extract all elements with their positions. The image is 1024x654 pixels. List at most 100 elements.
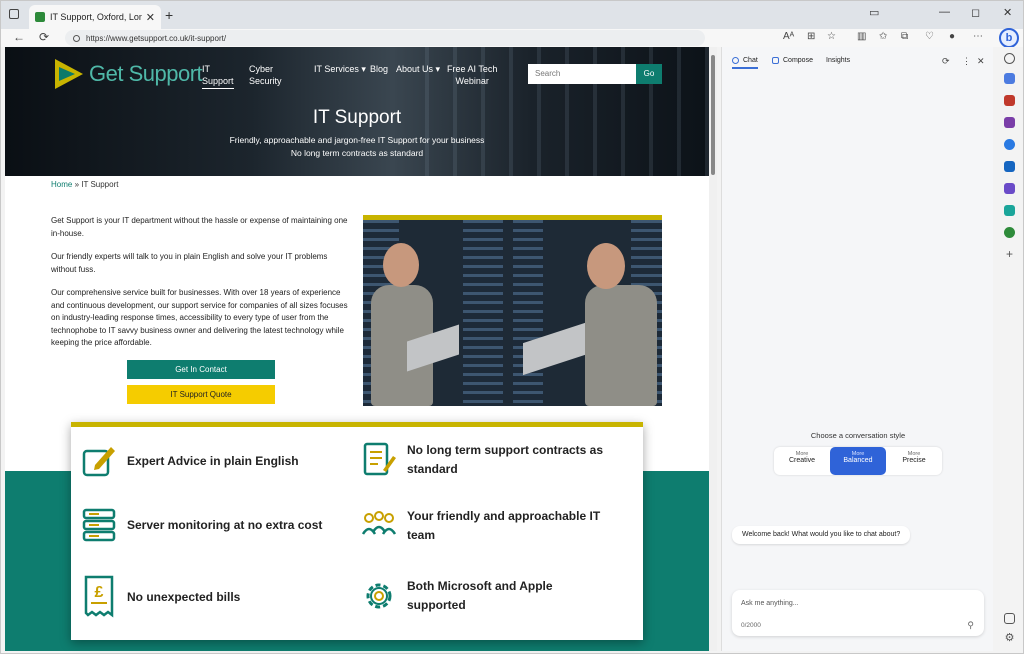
browser-essentials-icon[interactable]: ♡ (925, 31, 934, 42)
feature-item: No long term support contracts as standa… (361, 441, 611, 479)
chat-input-box[interactable]: Ask me anything... 0/2000 ⚲ (732, 590, 984, 636)
maximize-button[interactable]: ◻ (971, 6, 980, 19)
style-name: Precise (902, 457, 926, 464)
close-panel-icon[interactable]: ✕ (977, 56, 985, 67)
refresh-icon[interactable]: ⟳ (942, 56, 950, 67)
back-button[interactable]: ← (13, 30, 25, 44)
nav-blog[interactable]: Blog (370, 63, 388, 75)
gear-icon (366, 583, 392, 609)
hero-subtitle-2: No long term contracts as standard (290, 148, 424, 158)
window-menu-icon[interactable] (9, 9, 19, 19)
sidebar-settings-gear-icon[interactable]: ⚙ (1004, 633, 1015, 644)
url-text: https://www.getsupport.co.uk/it-support/ (86, 33, 227, 43)
page-scrollbar[interactable] (709, 47, 717, 651)
tab-label: Chat (743, 57, 758, 64)
new-tab-button[interactable]: + (165, 7, 173, 23)
chat-input-placeholder: Ask me anything... (741, 600, 799, 607)
style-precise-button[interactable]: More Precise (886, 447, 942, 475)
read-aloud-icon[interactable]: Aᴬ (783, 31, 794, 42)
nav-label: IT (202, 64, 210, 74)
nav-it-services[interactable]: IT Services ▾ (314, 63, 366, 75)
feature-item: Your friendly and approachable IT team (361, 507, 611, 545)
refresh-button[interactable]: ⟳ (39, 30, 49, 44)
designer-icon[interactable] (1004, 183, 1015, 194)
tools-icon[interactable] (1004, 95, 1015, 106)
add-sidebar-app-icon[interactable]: + (1004, 248, 1015, 260)
tree-icon[interactable] (1004, 227, 1015, 238)
nav-label: Cyber (249, 64, 274, 74)
favorite-star-icon[interactable]: ☆ (827, 31, 836, 42)
intro-paragraph: Get Support is your IT department withou… (51, 216, 348, 238)
feature-text: Your friendly and approachable IT team (407, 509, 601, 542)
office-icon[interactable] (1004, 139, 1015, 150)
minimize-button[interactable]: — (939, 6, 950, 18)
nav-free-ai-webinar[interactable]: Free AI Tech Webinar (447, 63, 497, 87)
person-right-head (587, 243, 625, 289)
site-search-input[interactable]: Search (528, 64, 636, 84)
lock-icon (73, 34, 80, 42)
feature-item: Expert Advice in plain English (81, 443, 299, 479)
hero-subtitle: Friendly, approachable and jargon-free I… (229, 135, 485, 145)
breadcrumb-home-link[interactable]: Home (51, 180, 72, 189)
page-title: IT Support (312, 107, 402, 128)
tab-compose[interactable]: Compose (772, 57, 813, 64)
site-logo[interactable]: Get Support (55, 59, 203, 89)
outlook-icon[interactable] (1004, 161, 1015, 172)
experts-paragraph: Our friendly experts will talk to you in… (51, 252, 328, 274)
feature-item: Server monitoring at no extra cost (81, 507, 341, 543)
chat-icon (732, 57, 739, 64)
drop-icon[interactable] (1004, 205, 1015, 216)
tab-label: Compose (783, 57, 813, 64)
nav-label: Security (249, 76, 282, 86)
tab-bar: IT Support, Oxford, London & R... ✕ + ▭ … (1, 1, 1023, 29)
feature-text: Both Microsoft and Apple supported (407, 579, 553, 612)
tab-chat[interactable]: Chat (732, 57, 758, 69)
scrollbar-thumb[interactable] (711, 55, 715, 175)
sidebar-layout-icon[interactable] (1004, 613, 1015, 624)
pin-icon[interactable]: ⚲ (967, 620, 974, 631)
collections-icon[interactable]: ⧉ (901, 31, 908, 42)
breadcrumb: Home » IT Support (51, 180, 118, 189)
feature-text: Expert Advice in plain English (127, 453, 299, 468)
nav-cyber-security[interactable]: Cyber Security (249, 63, 282, 87)
nav-about-us[interactable]: About Us ▾ (396, 63, 440, 75)
tab-close-icon[interactable]: ✕ (146, 11, 155, 24)
favorites-icon[interactable]: ✩ (879, 31, 887, 42)
more-options-icon[interactable]: ⋮ (962, 56, 971, 67)
split-screen-icon[interactable]: ▥ (857, 31, 866, 42)
pencil-edit-icon (82, 447, 115, 477)
feature-text: Server monitoring at no extra cost (127, 517, 323, 532)
style-creative-button[interactable]: More Creative (774, 447, 830, 475)
rack-image (463, 220, 503, 406)
url-field[interactable]: https://www.getsupport.co.uk/it-support/ (65, 30, 705, 46)
search-icon[interactable] (1004, 53, 1015, 64)
tab-insights[interactable]: Insights (826, 57, 850, 64)
profile-avatar-icon[interactable]: ● (949, 31, 955, 42)
settings-more-icon[interactable]: ⋯ (973, 31, 983, 42)
browser-window: IT Support, Oxford, London & R... ✕ + ▭ … (0, 0, 1024, 654)
extensions-icon[interactable]: ⊞ (807, 31, 815, 42)
tab-actions-icon[interactable]: ▭ (869, 6, 879, 19)
nav-it-support[interactable]: IT Support (202, 63, 234, 89)
copilot-bing-icon[interactable]: b (999, 28, 1019, 48)
get-in-contact-button[interactable]: Get In Contact (127, 360, 275, 379)
tab-label: Insights (826, 57, 851, 64)
svg-text:£: £ (95, 584, 104, 601)
shopping-tag-icon[interactable] (1004, 73, 1015, 84)
edge-sidebar: + ⚙ (995, 47, 1023, 651)
logo-arrow-icon (55, 59, 83, 89)
hero-banner: Get Support IT Support Cyber Security IT… (5, 47, 709, 176)
games-icon[interactable] (1004, 117, 1015, 128)
search-go-button[interactable]: Go (636, 64, 662, 84)
it-support-quote-button[interactable]: IT Support Quote (127, 385, 275, 404)
browser-tab[interactable]: IT Support, Oxford, London & R... ✕ (29, 5, 161, 29)
style-balanced-button[interactable]: More Balanced (830, 447, 886, 475)
feature-item: £ No unexpected bills (81, 575, 240, 619)
service-paragraph: Our comprehensive service built for busi… (51, 288, 348, 347)
breadcrumb-current: IT Support (81, 180, 119, 189)
compose-icon (772, 57, 779, 64)
favicon-icon (35, 12, 45, 22)
features-card: Expert Advice in plain English No long t… (71, 422, 643, 640)
nav-label: Free AI Tech (447, 64, 498, 74)
close-window-button[interactable]: ✕ (1003, 6, 1012, 19)
